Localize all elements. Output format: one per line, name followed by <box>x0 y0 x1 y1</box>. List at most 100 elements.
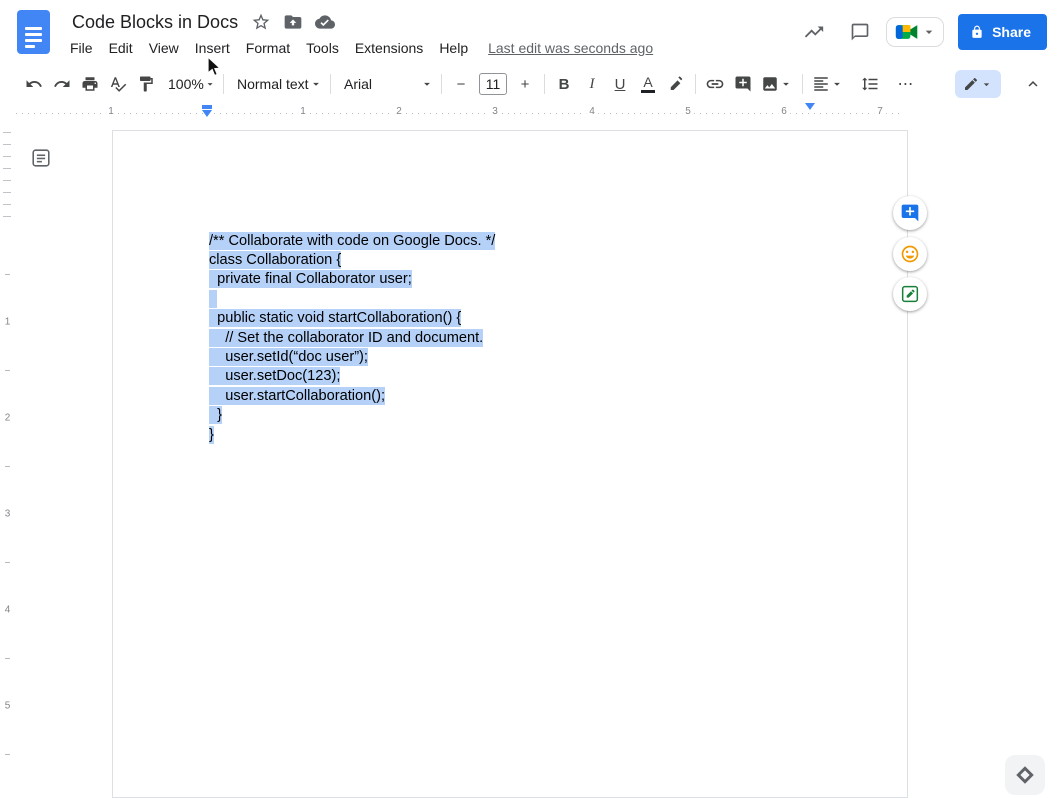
paint-format-button[interactable] <box>132 71 160 97</box>
add-comment-button[interactable] <box>729 71 757 97</box>
add-comment-fab[interactable] <box>893 196 927 230</box>
emoji-reaction-fab[interactable] <box>893 237 927 271</box>
print-button[interactable] <box>76 71 104 97</box>
bold-button[interactable]: B <box>550 71 578 97</box>
right-indent-marker[interactable] <box>805 110 815 128</box>
share-button[interactable]: Share <box>958 14 1047 50</box>
code-line[interactable]: private final Collaborator user; <box>209 270 495 289</box>
insert-image-button[interactable] <box>757 71 797 97</box>
meet-icon <box>895 22 919 42</box>
chevron-down-icon <box>420 77 434 91</box>
explore-button[interactable] <box>1005 755 1045 795</box>
suggest-edits-fab[interactable] <box>893 277 927 311</box>
paint-roller-icon <box>137 75 155 93</box>
menu-tools[interactable]: Tools <box>298 37 347 59</box>
menu-view[interactable]: View <box>141 37 187 59</box>
text-color-button[interactable]: A <box>634 71 662 97</box>
insert-link-button[interactable] <box>701 71 729 97</box>
zoom-select[interactable]: 100% <box>160 71 218 97</box>
add-comment-icon <box>734 75 752 93</box>
trending-up-icon <box>803 21 825 43</box>
menu-extensions[interactable]: Extensions <box>347 37 431 59</box>
line-spacing-button[interactable] <box>856 71 884 97</box>
ruler-number: 4 <box>0 605 15 616</box>
share-label: Share <box>992 24 1031 40</box>
menu-file[interactable]: File <box>62 37 101 59</box>
chevron-down-icon <box>980 78 993 91</box>
activity-dashboard-button[interactable] <box>794 12 834 52</box>
code-line[interactable]: // Set the collaborator ID and document. <box>209 328 495 347</box>
google-docs-app: Code Blocks in Docs File Edit View Inser… <box>0 0 1061 798</box>
code-line[interactable]: /** Collaborate with code on Google Docs… <box>209 231 495 250</box>
vertical-ruler[interactable]: 1 2 3 4 5 <box>0 120 15 798</box>
print-icon <box>81 75 99 93</box>
show-outline-button[interactable] <box>29 146 53 170</box>
last-edit-link[interactable]: Last edit was seconds ago <box>488 40 653 56</box>
text-color-icon: A <box>641 75 655 93</box>
editing-mode-button[interactable] <box>955 70 1001 98</box>
code-line[interactable]: user.startCollaboration(); <box>209 386 495 405</box>
image-icon <box>761 75 779 93</box>
document-title[interactable]: Code Blocks in Docs <box>68 10 242 35</box>
redo-button[interactable] <box>48 71 76 97</box>
minus-icon: − <box>457 76 466 93</box>
ruler-number: 5 <box>0 701 15 712</box>
ruler-number: 7 <box>874 106 886 117</box>
undo-icon <box>25 75 43 93</box>
document-page[interactable]: /** Collaborate with code on Google Docs… <box>112 130 908 798</box>
spell-check-button[interactable] <box>104 71 132 97</box>
document-status-button[interactable] <box>312 9 338 35</box>
code-line[interactable]: } <box>209 425 495 444</box>
ruler-number: 2 <box>393 106 405 117</box>
lock-icon <box>970 25 984 39</box>
plus-icon: + <box>521 76 530 93</box>
link-icon <box>705 74 725 94</box>
ruler-number: 1 <box>0 317 15 328</box>
font-select[interactable]: Arial <box>336 71 436 97</box>
menu-edit[interactable]: Edit <box>101 37 141 59</box>
code-block: /** Collaborate with code on Google Docs… <box>209 231 495 444</box>
menu-format[interactable]: Format <box>238 37 298 59</box>
underline-icon: U <box>615 76 626 93</box>
open-comments-button[interactable] <box>840 12 880 52</box>
left-indent-marker[interactable] <box>202 105 212 117</box>
chevron-down-icon <box>830 77 844 91</box>
increase-font-size-button[interactable]: + <box>511 71 539 97</box>
decrease-font-size-button[interactable]: − <box>447 71 475 97</box>
pencil-icon <box>963 76 979 92</box>
code-line[interactable]: class Collaboration { <box>209 250 495 269</box>
undo-button[interactable] <box>20 71 48 97</box>
move-button[interactable] <box>280 9 306 35</box>
italic-button[interactable]: I <box>578 71 606 97</box>
folder-move-icon <box>283 12 303 32</box>
menu-bar: File Edit View Insert Format Tools Exten… <box>62 37 653 59</box>
comment-icon <box>850 22 870 42</box>
paragraph-style-select[interactable]: Normal text <box>229 71 325 97</box>
highlight-color-button[interactable] <box>662 71 690 97</box>
code-line[interactable]: public static void startCollaboration() … <box>209 309 495 328</box>
star-button[interactable] <box>248 9 274 35</box>
font-size-input[interactable]: 11 <box>479 73 507 95</box>
chevron-down-icon <box>309 77 323 91</box>
docs-logo[interactable] <box>17 10 50 54</box>
ruler-number: 6 <box>778 106 790 117</box>
code-line[interactable]: user.setDoc(123); <box>209 367 495 386</box>
chevron-up-icon <box>1024 75 1042 93</box>
code-line[interactable] <box>209 289 495 308</box>
join-call-button[interactable] <box>886 17 944 47</box>
align-left-icon <box>812 75 830 93</box>
highlighter-icon <box>667 75 685 93</box>
first-line-indent-marker[interactable] <box>202 105 212 109</box>
bold-icon: B <box>559 76 570 93</box>
emoji-icon <box>900 244 920 264</box>
horizontal-ruler[interactable]: 1 1 2 3 4 5 6 7 <box>0 104 1061 120</box>
code-line[interactable]: user.setId(“doc user”); <box>209 347 495 366</box>
code-line[interactable]: } <box>209 406 495 425</box>
menu-insert[interactable]: Insert <box>187 37 238 59</box>
more-toolbar-options-button[interactable]: ⋯ <box>892 71 920 97</box>
underline-button[interactable]: U <box>606 71 634 97</box>
align-button[interactable] <box>808 71 848 97</box>
chevron-down-icon <box>921 24 937 40</box>
menu-help[interactable]: Help <box>431 37 476 59</box>
hide-menus-button[interactable] <box>1019 71 1047 97</box>
